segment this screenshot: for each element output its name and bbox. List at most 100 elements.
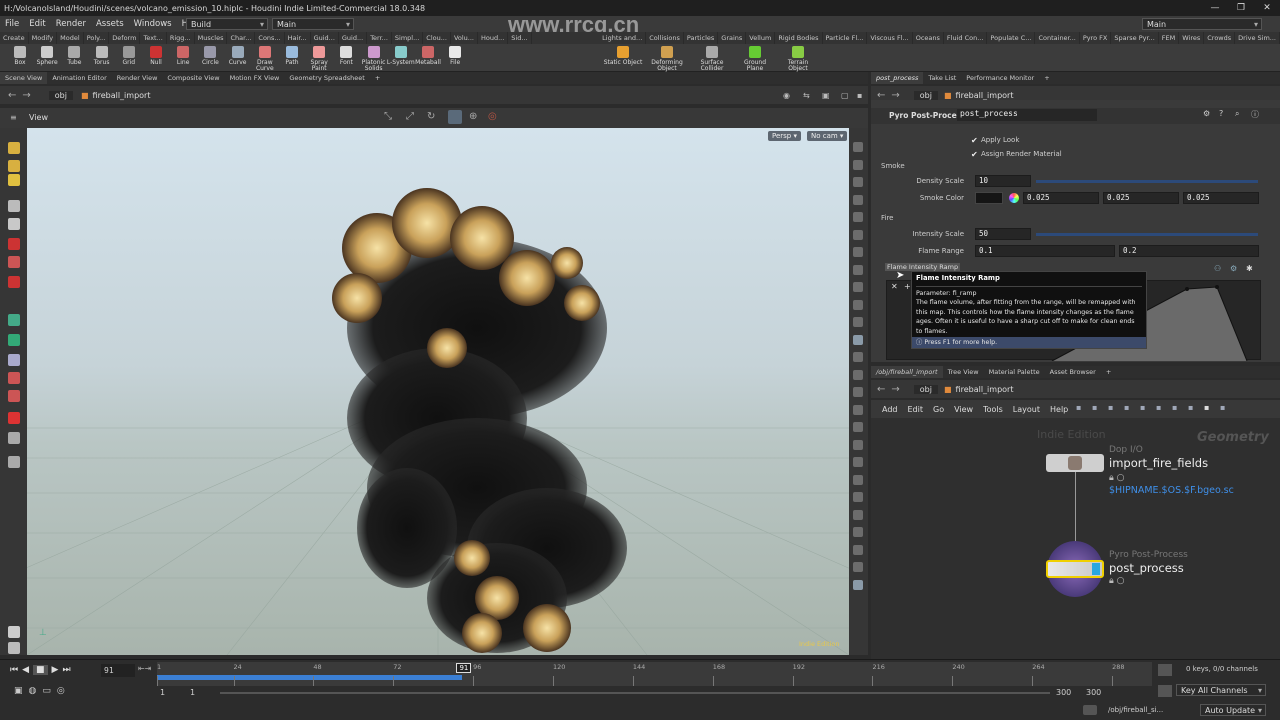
playhead[interactable]: 91 <box>456 663 472 673</box>
play-icon[interactable]: ▶ <box>52 665 59 675</box>
shelf-tab[interactable]: Rigg... <box>167 32 195 44</box>
shelf-set-right-dropdown[interactable]: Main <box>1142 18 1262 30</box>
apply-look-checkbox[interactable]: ✔ <box>971 136 978 145</box>
display-option-icon[interactable] <box>853 387 863 397</box>
parm-path-node[interactable]: fireball_import <box>956 91 1014 100</box>
shelf-tab[interactable]: Viscous Fl... <box>867 32 913 44</box>
post-process-lock-icon[interactable]: 🔒︎ ○ <box>1109 576 1125 586</box>
net-menu-item[interactable]: Edit <box>903 405 929 414</box>
display-option-icon[interactable] <box>853 369 863 380</box>
shelf-tool[interactable]: Sphere <box>32 46 62 66</box>
shelf-set-dropdown[interactable]: Main <box>272 18 354 30</box>
minimize-button[interactable]: — <box>1202 0 1228 16</box>
display-option-icon[interactable] <box>853 492 863 502</box>
shelf-tab[interactable]: Houd... <box>478 32 509 44</box>
shelf-tab[interactable]: Container... <box>1035 32 1080 44</box>
display-option-icon[interactable] <box>853 457 863 467</box>
shelf-tool[interactable]: Spray Paint <box>304 46 334 72</box>
search-icon[interactable]: ▪ <box>1204 403 1209 412</box>
current-frame-field[interactable]: 91 <box>101 664 135 677</box>
ramp-preset-icon[interactable]: ⚇ <box>1214 264 1221 273</box>
persp-menu[interactable]: Persp ▾ <box>768 131 801 141</box>
shelf-tool[interactable]: Ground Plane <box>735 46 775 72</box>
shelf-tool[interactable]: Line <box>168 46 198 66</box>
viewport-tool-icon[interactable] <box>8 218 20 230</box>
network-editor[interactable]: Indie Edition Geometry Dop I/O import_fi… <box>871 418 1280 659</box>
tab-performance-monitor[interactable]: Performance Monitor <box>961 72 1039 84</box>
shelf-tool[interactable]: Grid <box>114 46 144 66</box>
range-icon[interactable]: ▭ <box>42 686 51 696</box>
net-menu-item[interactable]: Layout <box>1008 405 1045 414</box>
shelf-tool[interactable]: Platonic Solids <box>359 46 389 72</box>
menu-assets[interactable]: Assets <box>91 19 129 29</box>
help-icon[interactable]: ? <box>1219 109 1223 118</box>
left-pane-tab[interactable]: Motion FX View <box>225 72 285 84</box>
viewport-tool-icon[interactable] <box>8 432 20 444</box>
range-slider[interactable] <box>220 692 1050 694</box>
parm-back-arrow-icon[interactable]: ← <box>877 90 885 101</box>
menu-render[interactable]: Render <box>51 19 91 29</box>
shelf-tab[interactable]: Particles <box>684 32 719 44</box>
auto-update-dropdown[interactable]: Auto Update <box>1200 704 1266 716</box>
float-icon[interactable]: ▢ <box>841 91 849 100</box>
display-option-icon[interactable] <box>853 579 863 590</box>
ramp-add-icon[interactable]: + <box>904 282 911 291</box>
move-tool-icon[interactable]: ⤢ <box>406 111 414 122</box>
display-option-icon[interactable] <box>853 177 863 187</box>
smoke-color-g[interactable]: 0.025 <box>1103 192 1179 204</box>
step-back-icon[interactable]: ◀ <box>22 665 29 675</box>
density-scale-slider[interactable] <box>1036 180 1258 183</box>
viewport-tool-icon[interactable] <box>8 238 20 250</box>
parm-path-root[interactable]: obj <box>913 90 938 100</box>
desktop-dropdown[interactable]: Build <box>186 18 268 30</box>
grid-icon[interactable]: ▪ <box>1124 403 1129 412</box>
realtime-icon[interactable]: ▣ <box>14 686 23 696</box>
left-pane-tab[interactable]: Composite View <box>162 72 224 84</box>
shelf-tool[interactable]: L-System <box>386 46 416 66</box>
post-process-node[interactable] <box>1046 560 1104 578</box>
shelf-tab[interactable]: Text... <box>140 32 167 44</box>
net-menu-item[interactable]: Tools <box>978 405 1008 414</box>
display-option-icon[interactable] <box>853 562 863 572</box>
layout-icon[interactable]: ▪ <box>1140 403 1145 412</box>
add-tab-icon[interactable]: + <box>1039 72 1054 84</box>
pin-icon[interactable]: ◉ <box>783 91 790 100</box>
viewport-tool-icon[interactable] <box>8 390 20 402</box>
display-option-icon[interactable] <box>853 159 863 170</box>
viewport-tool-icon[interactable] <box>8 412 20 424</box>
start-frame-2[interactable]: 1 <box>190 688 195 697</box>
shelf-tool[interactable]: Torus <box>87 46 117 66</box>
palette-icon[interactable]: ▪ <box>1156 403 1161 412</box>
menu-windows[interactable]: Windows <box>129 19 177 29</box>
gear-icon[interactable]: ⚙ <box>1203 109 1210 118</box>
shelf-tab[interactable]: Particle Fl... <box>823 32 868 44</box>
dopio-node-name[interactable]: import_fire_fields <box>1109 456 1208 470</box>
key-all-icon[interactable] <box>1158 685 1172 697</box>
shelf-tab[interactable]: Volu... <box>451 32 478 44</box>
tab-asset-browser[interactable]: Asset Browser <box>1045 366 1101 378</box>
shelf-tool[interactable]: File <box>440 46 470 66</box>
net-menu-item[interactable]: View <box>949 405 978 414</box>
tab-network[interactable]: /obj/fireball_import <box>871 366 943 378</box>
shelf-tool[interactable]: Circle <box>195 46 225 66</box>
viewport-tool-icon[interactable] <box>8 626 20 638</box>
shelf-tab[interactable]: Hair... <box>285 32 311 44</box>
path-root[interactable]: obj <box>48 90 73 100</box>
display-option-icon[interactable] <box>853 282 863 292</box>
shelf-tab[interactable]: FEM <box>1159 32 1180 44</box>
shelf-tab[interactable]: Rigid Bodies <box>775 32 823 44</box>
shelf-tab[interactable]: Poly... <box>84 32 110 44</box>
display-option-icon[interactable] <box>853 247 863 257</box>
pane-menu-icon[interactable]: ▪ <box>857 91 862 100</box>
close-button[interactable]: ✕ <box>1254 0 1280 16</box>
viewport-tool-icon[interactable] <box>8 200 20 212</box>
select-tool-icon[interactable]: ⤡ <box>384 111 392 122</box>
shelf-tool[interactable]: Metaball <box>413 46 443 66</box>
viewport-tool-icon[interactable] <box>8 314 20 326</box>
display-option-icon[interactable] <box>853 264 863 275</box>
snap-toggle-icon[interactable] <box>448 110 462 124</box>
key-nav-icon[interactable]: ⇤⇥ <box>138 664 151 673</box>
density-scale-field[interactable]: 10 <box>975 175 1031 187</box>
display-option-icon[interactable] <box>853 299 863 310</box>
menu-file[interactable]: File <box>0 19 24 29</box>
